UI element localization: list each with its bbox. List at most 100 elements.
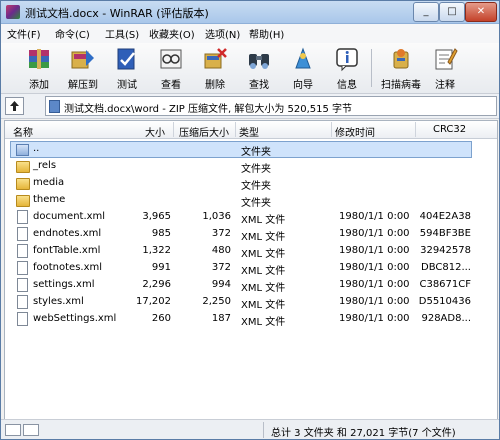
window-title: 测试文档.docx - WinRAR (评估版本) [25, 7, 209, 20]
file-crc32: 32942578 [420, 245, 471, 256]
file-size: 985 [151, 228, 171, 239]
wizard-icon [295, 47, 311, 69]
file-modified: 1980/1/1 0:00 [339, 296, 410, 307]
status-divider [263, 422, 264, 438]
file-name: theme [33, 194, 66, 205]
table-row[interactable]: footnotes.xml 991 372 XML 文件 1980/1/1 0:… [5, 259, 497, 277]
column-divider [173, 122, 174, 137]
column-name[interactable]: 名称 [13, 124, 33, 139]
file-size: 17,202 [136, 296, 171, 307]
winrar-app-icon [6, 5, 20, 19]
file-type: XML 文件 [241, 300, 286, 311]
toolbar-separator [371, 49, 372, 87]
delete-icon [204, 48, 227, 69]
table-row[interactable]: document.xml 3,965 1,036 XML 文件 1980/1/1… [5, 208, 497, 226]
menu-bar: 文件(F) 命令(C) 工具(S) 收藏夹(O) 选项(N) 帮助(H) [1, 24, 499, 44]
toolbar-comment-button[interactable]: 注释 [423, 45, 467, 91]
file-modified: 1980/1/1 0:00 [339, 211, 410, 222]
address-bar: 测试文档.docx\word - ZIP 压缩文件, 解包大小为 520,515… [1, 94, 499, 119]
file-type: XML 文件 [241, 215, 286, 226]
archive-path-text: 测试文档.docx\word - ZIP 压缩文件, 解包大小为 520,515… [64, 104, 353, 115]
file-name: footnotes.xml [33, 262, 103, 273]
parent-folder-icon [16, 144, 29, 156]
column-divider [415, 122, 416, 137]
test-icon [117, 48, 135, 70]
column-modified[interactable]: 修改时间 [335, 124, 375, 139]
file-name: media [33, 177, 65, 188]
column-type[interactable]: 类型 [239, 124, 259, 139]
up-folder-button[interactable] [5, 97, 24, 115]
column-divider [235, 122, 236, 137]
menu-file[interactable]: 文件(F) [7, 26, 41, 41]
lock-icon[interactable] [23, 424, 39, 436]
view-icon [160, 49, 182, 69]
file-type: 文件夹 [241, 198, 271, 209]
table-row[interactable]: .. 文件夹 [5, 140, 497, 158]
find-icon [249, 54, 269, 69]
table-row[interactable]: styles.xml 17,202 2,250 XML 文件 1980/1/1 … [5, 293, 497, 311]
status-summary: 总计 3 文件夹 和 27,021 字节(7 个文件) [271, 428, 456, 439]
file-name: styles.xml [33, 296, 84, 307]
archive-path-field[interactable]: 测试文档.docx\word - ZIP 压缩文件, 解包大小为 520,515… [45, 96, 497, 116]
folder-icon [16, 178, 30, 190]
menu-tools[interactable]: 工具(S) [105, 26, 139, 41]
file-type: 文件夹 [241, 181, 271, 192]
table-row[interactable]: endnotes.xml 985 372 XML 文件 1980/1/1 0:0… [5, 225, 497, 243]
document-icon [17, 278, 28, 292]
file-modified: 1980/1/1 0:00 [339, 279, 410, 290]
document-icon [17, 244, 28, 258]
table-row[interactable]: media 文件夹 [5, 174, 497, 192]
toolbar: 添加 解压到 测试 查看 删除 查找 向导 信息 扫描病毒 注释 [1, 43, 499, 94]
file-size: 1,322 [142, 245, 171, 256]
table-row[interactable]: settings.xml 2,296 994 XML 文件 1980/1/1 0… [5, 276, 497, 294]
file-name: .. [33, 143, 40, 154]
file-name: document.xml [33, 211, 106, 222]
file-name: fontTable.xml [33, 245, 101, 256]
title-bar[interactable]: 测试文档.docx - WinRAR (评估版本) _ □ ✕ [1, 1, 499, 24]
column-size[interactable]: 大小 [145, 124, 165, 139]
table-row[interactable]: theme 文件夹 [5, 191, 497, 209]
extract-to-icon [71, 50, 94, 69]
menu-favorites[interactable]: 收藏夹(O) [149, 26, 195, 41]
file-packed-size: 2,250 [202, 296, 231, 307]
table-row[interactable]: webSettings.xml 260 187 XML 文件 1980/1/1 … [5, 310, 497, 328]
file-type: 文件夹 [241, 164, 271, 175]
status-bar: 总计 3 文件夹 和 27,021 字节(7 个文件) [1, 419, 499, 439]
file-crc32: DBC812... [421, 262, 471, 273]
file-packed-size: 994 [211, 279, 231, 290]
menu-command[interactable]: 命令(C) [55, 26, 90, 41]
menu-options[interactable]: 选项(N) [205, 26, 240, 41]
maximize-button[interactable]: □ [439, 2, 465, 22]
file-crc32: C38671CF [419, 279, 471, 290]
winrar-window: 测试文档.docx - WinRAR (评估版本) _ □ ✕ 文件(F) 命令… [0, 0, 500, 440]
document-icon [17, 312, 28, 326]
document-icon [17, 295, 28, 309]
file-crc32: 928AD8... [421, 313, 471, 324]
minimize-button[interactable]: _ [413, 2, 439, 22]
file-type: XML 文件 [241, 317, 286, 328]
column-crc32[interactable]: CRC32 [433, 124, 466, 135]
file-type: 文件夹 [241, 147, 271, 158]
document-icon [17, 261, 28, 275]
column-packed[interactable]: 压缩后大小 [179, 124, 229, 139]
toolbar-info-button[interactable]: 信息 [325, 45, 369, 91]
table-row[interactable]: _rels 文件夹 [5, 157, 497, 175]
column-divider [331, 122, 332, 137]
file-packed-size: 1,036 [202, 211, 231, 222]
close-button[interactable]: ✕ [465, 2, 497, 22]
column-header: 名称 大小 压缩后大小 类型 修改时间 CRC32 [5, 121, 497, 139]
file-crc32: 404E2A38 [419, 211, 471, 222]
file-modified: 1980/1/1 0:00 [339, 313, 410, 324]
file-type: XML 文件 [241, 283, 286, 294]
drive-icon[interactable] [5, 424, 21, 436]
file-list[interactable]: 名称 大小 压缩后大小 类型 修改时间 CRC32 .. 文件夹 _rels 文… [4, 120, 498, 420]
folder-icon [16, 161, 30, 173]
file-type: XML 文件 [241, 249, 286, 260]
file-packed-size: 372 [211, 262, 231, 273]
file-size: 260 [151, 313, 171, 324]
table-row[interactable]: fontTable.xml 1,322 480 XML 文件 1980/1/1 … [5, 242, 497, 260]
document-icon [17, 227, 28, 241]
toolbar-info-label: 信息 [337, 80, 357, 91]
menu-help[interactable]: 帮助(H) [249, 26, 284, 41]
toolbar-comment-label: 注释 [435, 80, 455, 91]
